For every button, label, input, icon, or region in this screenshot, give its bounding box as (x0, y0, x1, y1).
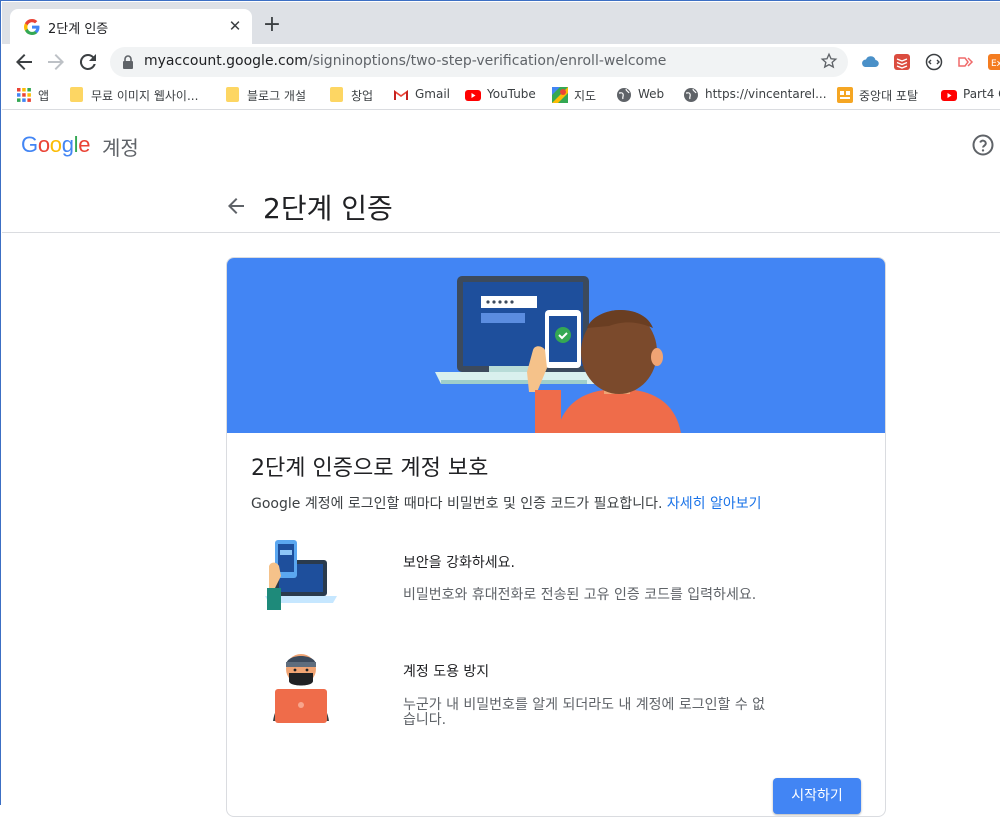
start-button[interactable]: 시작하기 (773, 778, 861, 814)
cast-extension-icon[interactable] (956, 52, 976, 72)
logo-letter: o (49, 132, 62, 157)
logo-letter: G (21, 132, 38, 157)
url-text: myaccount.google.com/signinoptions/two-s… (144, 53, 666, 69)
forward-icon[interactable] (44, 50, 68, 74)
tab-title: 2단계 인증 (48, 22, 109, 37)
url-domain: myaccount.google.com (144, 53, 308, 69)
youtube-icon (465, 90, 481, 101)
account-label: 계정 (102, 136, 139, 160)
youtube-icon (941, 90, 957, 101)
folder-icon (70, 87, 83, 102)
portal-icon (837, 87, 853, 103)
ex-extension-icon[interactable]: Ex (988, 52, 1000, 72)
security-illustration (265, 540, 337, 610)
bookmark-label: https://vincentarel... (705, 87, 827, 101)
feature-title-security: 보안을 강화하세요. (403, 555, 515, 571)
browser-window: 2단계 인증 ✕ + myaccount.google.com/signinop… (0, 0, 1000, 817)
learn-more-link[interactable]: 자세히 알아보기 (667, 496, 762, 512)
gmail-icon (394, 90, 408, 100)
feature-title-theft: 계정 도용 방지 (403, 664, 490, 680)
devtools-extension-icon[interactable] (924, 52, 944, 72)
bookmark-label: YouTube (487, 87, 536, 101)
maps-icon (552, 87, 568, 103)
logo-letter: g (61, 132, 74, 157)
address-bar[interactable]: myaccount.google.com/signinoptions/two-s… (110, 47, 848, 77)
url-path: /signinoptions/two-step-verification/enr… (307, 53, 667, 69)
reload-icon[interactable] (76, 50, 100, 74)
logo-letter: e (78, 132, 91, 157)
bookmark-label: 지도 (574, 89, 597, 103)
tab-two-step-verification[interactable]: 2단계 인증 ✕ (10, 9, 252, 45)
lock-icon (123, 55, 133, 69)
browser-toolbar: myaccount.google.com/signinoptions/two-s… (2, 44, 1000, 80)
two-step-hero-illustration (435, 276, 681, 433)
description-text: Google 계정에 로그인할 때마다 비밀번호 및 인증 코드가 필요합니다. (251, 496, 663, 512)
enroll-welcome-card: 2단계 인증으로 계정 보호 Google 계정에 로그인할 때마다 비밀번호 … (226, 257, 886, 817)
account-header: Google 계정 (2, 113, 1000, 177)
bookmark-label: 앱 (38, 89, 50, 103)
globe-icon (617, 88, 631, 102)
globe-icon (684, 88, 698, 102)
google-logo[interactable]: Google (21, 132, 90, 158)
help-icon[interactable] (971, 133, 995, 157)
bookmark-label: Gmail (415, 87, 451, 101)
feature-text-security: 비밀번호와 휴대전화로 전송된 고유 인증 코드를 입력하세요. (403, 587, 757, 603)
new-tab-button[interactable]: + (260, 14, 284, 38)
bookmark-label: Part4 C (963, 87, 1000, 101)
back-icon[interactable] (12, 50, 36, 74)
folder-icon (226, 87, 239, 102)
card-title: 2단계 인증으로 계정 보호 (251, 456, 489, 481)
folder-icon (330, 87, 343, 102)
bookmark-label: 블로그 개설 (247, 89, 307, 103)
bookmark-label: 중앙대 포탈 (859, 89, 919, 103)
star-icon[interactable] (820, 52, 838, 70)
tab-strip: 2단계 인증 ✕ + (2, 2, 1000, 45)
bookmark-label: Web (638, 87, 665, 101)
theft-prevention-illustration (273, 654, 329, 723)
google-g-icon (24, 19, 40, 35)
page-title: 2단계 인증 (263, 192, 393, 225)
cloud-extension-icon[interactable] (860, 52, 880, 72)
apps-grid-icon (17, 88, 31, 102)
page-title-bar: 2단계 인증 (2, 177, 1000, 233)
close-icon[interactable]: ✕ (226, 17, 244, 35)
back-arrow-icon[interactable] (224, 194, 248, 218)
svg-text:Ex: Ex (991, 59, 1000, 69)
bookmarks-bar: 앱 무료 이미지 웹사이... 블로그 개설 창업 Gmail YouTube … (2, 80, 1000, 110)
feature-text-theft: 누군가 내 비밀번호를 알게 되더라도 내 계정에 로그인할 수 없습니다. (403, 697, 766, 728)
bookmark-label: 창업 (351, 89, 374, 103)
card-description: Google 계정에 로그인할 때마다 비밀번호 및 인증 코드가 필요합니다.… (251, 493, 762, 513)
bookmark-label: 무료 이미지 웹사이... (91, 89, 199, 103)
todoist-extension-icon[interactable] (892, 52, 912, 72)
hero-banner (227, 258, 885, 433)
logo-letter: o (37, 132, 50, 157)
